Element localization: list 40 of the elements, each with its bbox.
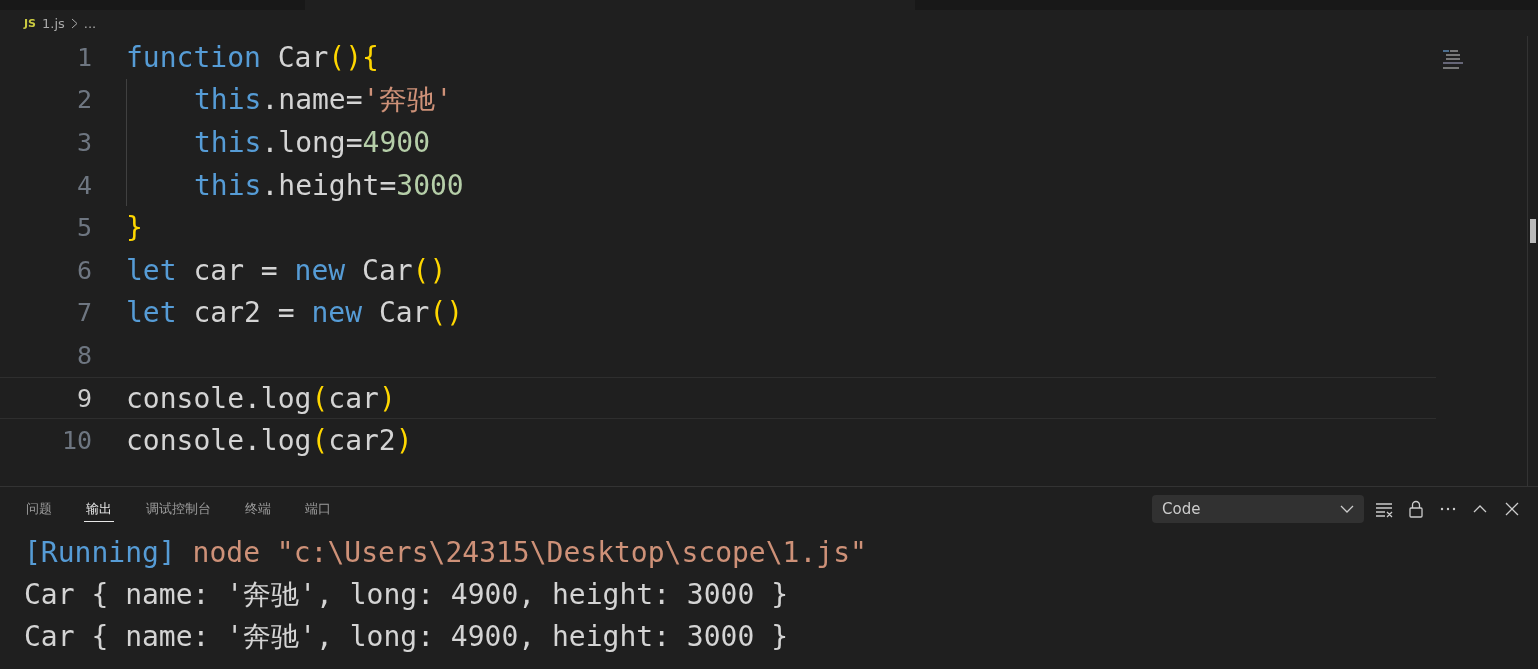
panel-tab[interactable]: 问题: [24, 496, 54, 522]
lock-button[interactable]: [1406, 499, 1426, 519]
output-line: Car { name: '奔驰', long: 4900, height: 3000 }: [24, 619, 789, 656]
code-line: this.name='奔驰': [194, 81, 453, 118]
panel-tab[interactable]: 端口: [303, 496, 333, 522]
breadcrumb-file[interactable]: 1.js: [42, 15, 65, 31]
minimap-drawing: [1443, 50, 1465, 70]
panel-tab[interactable]: 输出: [84, 496, 114, 522]
panel-tab[interactable]: 终端: [243, 496, 273, 522]
code-line: }: [126, 211, 143, 245]
line-number: 4: [75, 170, 92, 200]
output-channel-dropdown[interactable]: Code: [1152, 495, 1364, 523]
panel-tab[interactable]: 调试控制台: [144, 496, 213, 522]
line-number: 2: [75, 85, 92, 115]
chevron-right-icon: [70, 17, 78, 29]
lock-icon: [1407, 500, 1425, 518]
scrollbar-thumb[interactable]: [1530, 219, 1536, 243]
output-line: [Running] node "c:\Users\24315\Desktop\scope\1.js": [24, 534, 868, 571]
line-number: 9: [75, 383, 92, 413]
line-number: 3: [75, 128, 92, 157]
js-file-icon: JS: [24, 16, 36, 30]
code-line: this.height=3000: [194, 168, 464, 202]
line-number: 6: [75, 255, 92, 285]
line-number: 5: [75, 213, 92, 243]
output-line: Car { name: '奔驰', long: 4900, height: 3000 }: [24, 576, 789, 613]
code-line: let car2 = new Car(): [126, 296, 464, 330]
line-number: 8: [75, 340, 92, 370]
more-icon: [1440, 507, 1456, 511]
code-line: this.long=4900: [194, 126, 431, 159]
line-number: 10: [60, 426, 92, 456]
line-number: 1: [75, 42, 92, 72]
close-icon: [1503, 500, 1521, 518]
line-number: 7: [75, 298, 92, 328]
code-line: function Car(){: [126, 40, 379, 74]
code-line: let car = new Car(): [126, 253, 447, 287]
clear-list-icon: [1375, 500, 1393, 518]
chevron-down-icon: [1340, 505, 1354, 513]
code-line: console.log(car): [126, 381, 396, 415]
breadcrumb-ellipsis[interactable]: ...: [83, 15, 97, 31]
code-line: console.log(car2): [126, 424, 413, 458]
